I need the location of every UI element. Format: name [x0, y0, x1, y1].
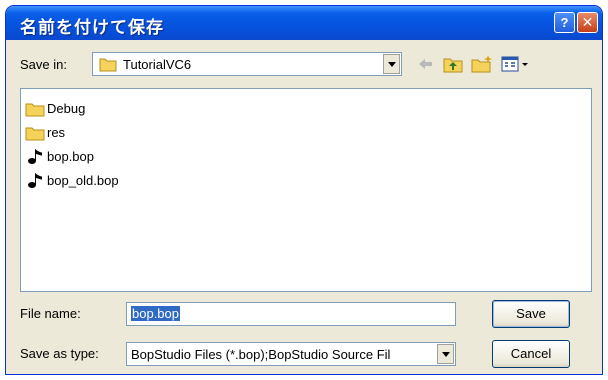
save-in-dropdown-arrow[interactable] [383, 54, 400, 74]
help-button[interactable]: ? [554, 12, 575, 33]
save-button[interactable]: Save [492, 300, 570, 328]
folder-icon [25, 127, 45, 141]
close-button[interactable]: ✕ [577, 12, 598, 33]
list-item-label: res [47, 125, 66, 140]
file-list[interactable]: Debug res bop.bop bop_old.bop [20, 88, 592, 292]
file-name-label: File name: [20, 306, 81, 321]
title-bar[interactable]: 名前を付けて保存 ? ✕ [6, 6, 602, 40]
file-name-input[interactable]: bop.bop [126, 302, 456, 326]
save-as-dialog: 名前を付けて保存 ? ✕ Save in: TutorialVC6 Debug [6, 6, 602, 374]
music-note-icon [28, 149, 42, 164]
save-as-type-dropdown[interactable]: BopStudio Files (*.bop);BopStudio Source… [126, 342, 456, 366]
new-folder-icon[interactable] [470, 54, 494, 74]
save-as-type-value: BopStudio Files (*.bop);BopStudio Source… [131, 347, 391, 362]
window-title: 名前を付けて保存 [20, 18, 164, 37]
save-as-type-label: Save as type: [20, 346, 99, 361]
list-item-label: Debug [47, 101, 86, 116]
view-menu-icon[interactable] [500, 54, 530, 74]
file-name-value: bop.bop [131, 306, 180, 321]
up-folder-icon[interactable] [442, 54, 464, 74]
save-in-label: Save in: [20, 57, 67, 72]
cancel-button[interactable]: Cancel [492, 340, 570, 368]
list-item-label: bop_old.bop [47, 173, 119, 188]
save-in-value: TutorialVC6 [123, 57, 192, 72]
back-arrow-icon[interactable] [416, 54, 434, 74]
music-note-icon [28, 173, 42, 188]
folder-icon [99, 58, 117, 72]
folder-icon [25, 103, 45, 117]
save-in-dropdown[interactable]: TutorialVC6 [92, 52, 402, 76]
save-as-type-dropdown-arrow[interactable] [437, 344, 454, 364]
list-item-label: bop.bop [47, 149, 94, 164]
